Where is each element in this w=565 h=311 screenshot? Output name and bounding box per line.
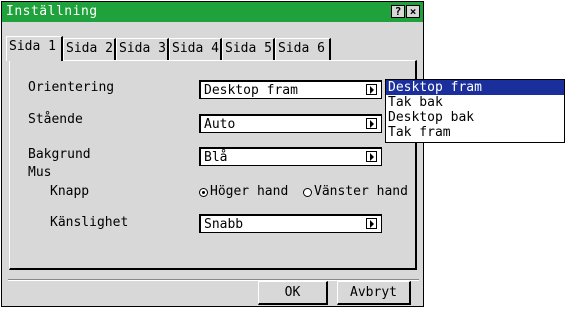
standing-select[interactable]: Auto [199, 114, 382, 133]
tab-sida-2[interactable]: Sida 2 [63, 38, 116, 60]
close-button[interactable]: × [406, 5, 420, 18]
tab-sida-5[interactable]: Sida 5 [222, 38, 275, 60]
tab-sida-3[interactable]: Sida 3 [116, 38, 169, 60]
button-label: Knapp [50, 184, 90, 199]
orientation-value: Desktop fram [204, 83, 298, 98]
dropdown-option-desktop-fram[interactable]: Desktop fram [386, 80, 564, 95]
dropdown-option-tak-fram[interactable]: Tak fram [386, 125, 564, 140]
dropdown-arrow-icon[interactable] [366, 218, 377, 229]
sensitivity-label: Känslighet [50, 215, 129, 230]
window-title: Inställning [6, 4, 98, 19]
ok-button[interactable]: OK [258, 281, 328, 305]
tab-sida-4[interactable]: Sida 4 [169, 38, 222, 60]
left-hand-label[interactable]: Vänster hand [314, 184, 408, 199]
dropdown-arrow-icon[interactable] [366, 84, 377, 95]
orientation-dropdown-list: Desktop fram Tak bak Desktop bak Tak fra… [385, 79, 565, 143]
settings-dialog: Inställning ? × Sida 1 Sida 2 Sida 3 Sid… [1, 1, 424, 307]
background-select[interactable]: Blå [199, 147, 382, 166]
dropdown-arrow-icon[interactable] [366, 118, 377, 129]
dropdown-arrow-icon[interactable] [366, 151, 377, 162]
tab-sida-6[interactable]: Sida 6 [275, 38, 331, 60]
orientation-select[interactable]: Desktop fram [199, 80, 382, 99]
title-bar[interactable]: Inställning ? × [2, 2, 423, 22]
background-label: Bakgrund [28, 147, 91, 162]
tab-sida-1[interactable]: Sida 1 [6, 36, 63, 61]
radio-right-hand[interactable] [199, 188, 208, 197]
background-value: Blå [204, 150, 228, 165]
standing-label: Stående [28, 112, 83, 127]
dropdown-option-desktop-bak[interactable]: Desktop bak [386, 110, 564, 125]
sensitivity-select[interactable]: Snabb [199, 214, 382, 233]
mouse-label: Mus [28, 165, 52, 180]
help-button[interactable]: ? [391, 5, 405, 18]
standing-value: Auto [204, 117, 236, 132]
orientation-label: Orientering [28, 80, 115, 95]
dropdown-option-tak-bak[interactable]: Tak bak [386, 95, 564, 110]
cancel-button[interactable]: Avbryt [337, 281, 411, 305]
right-hand-label[interactable]: Höger hand [210, 184, 288, 199]
sensitivity-value: Snabb [204, 217, 244, 232]
radio-left-hand[interactable] [303, 188, 312, 197]
